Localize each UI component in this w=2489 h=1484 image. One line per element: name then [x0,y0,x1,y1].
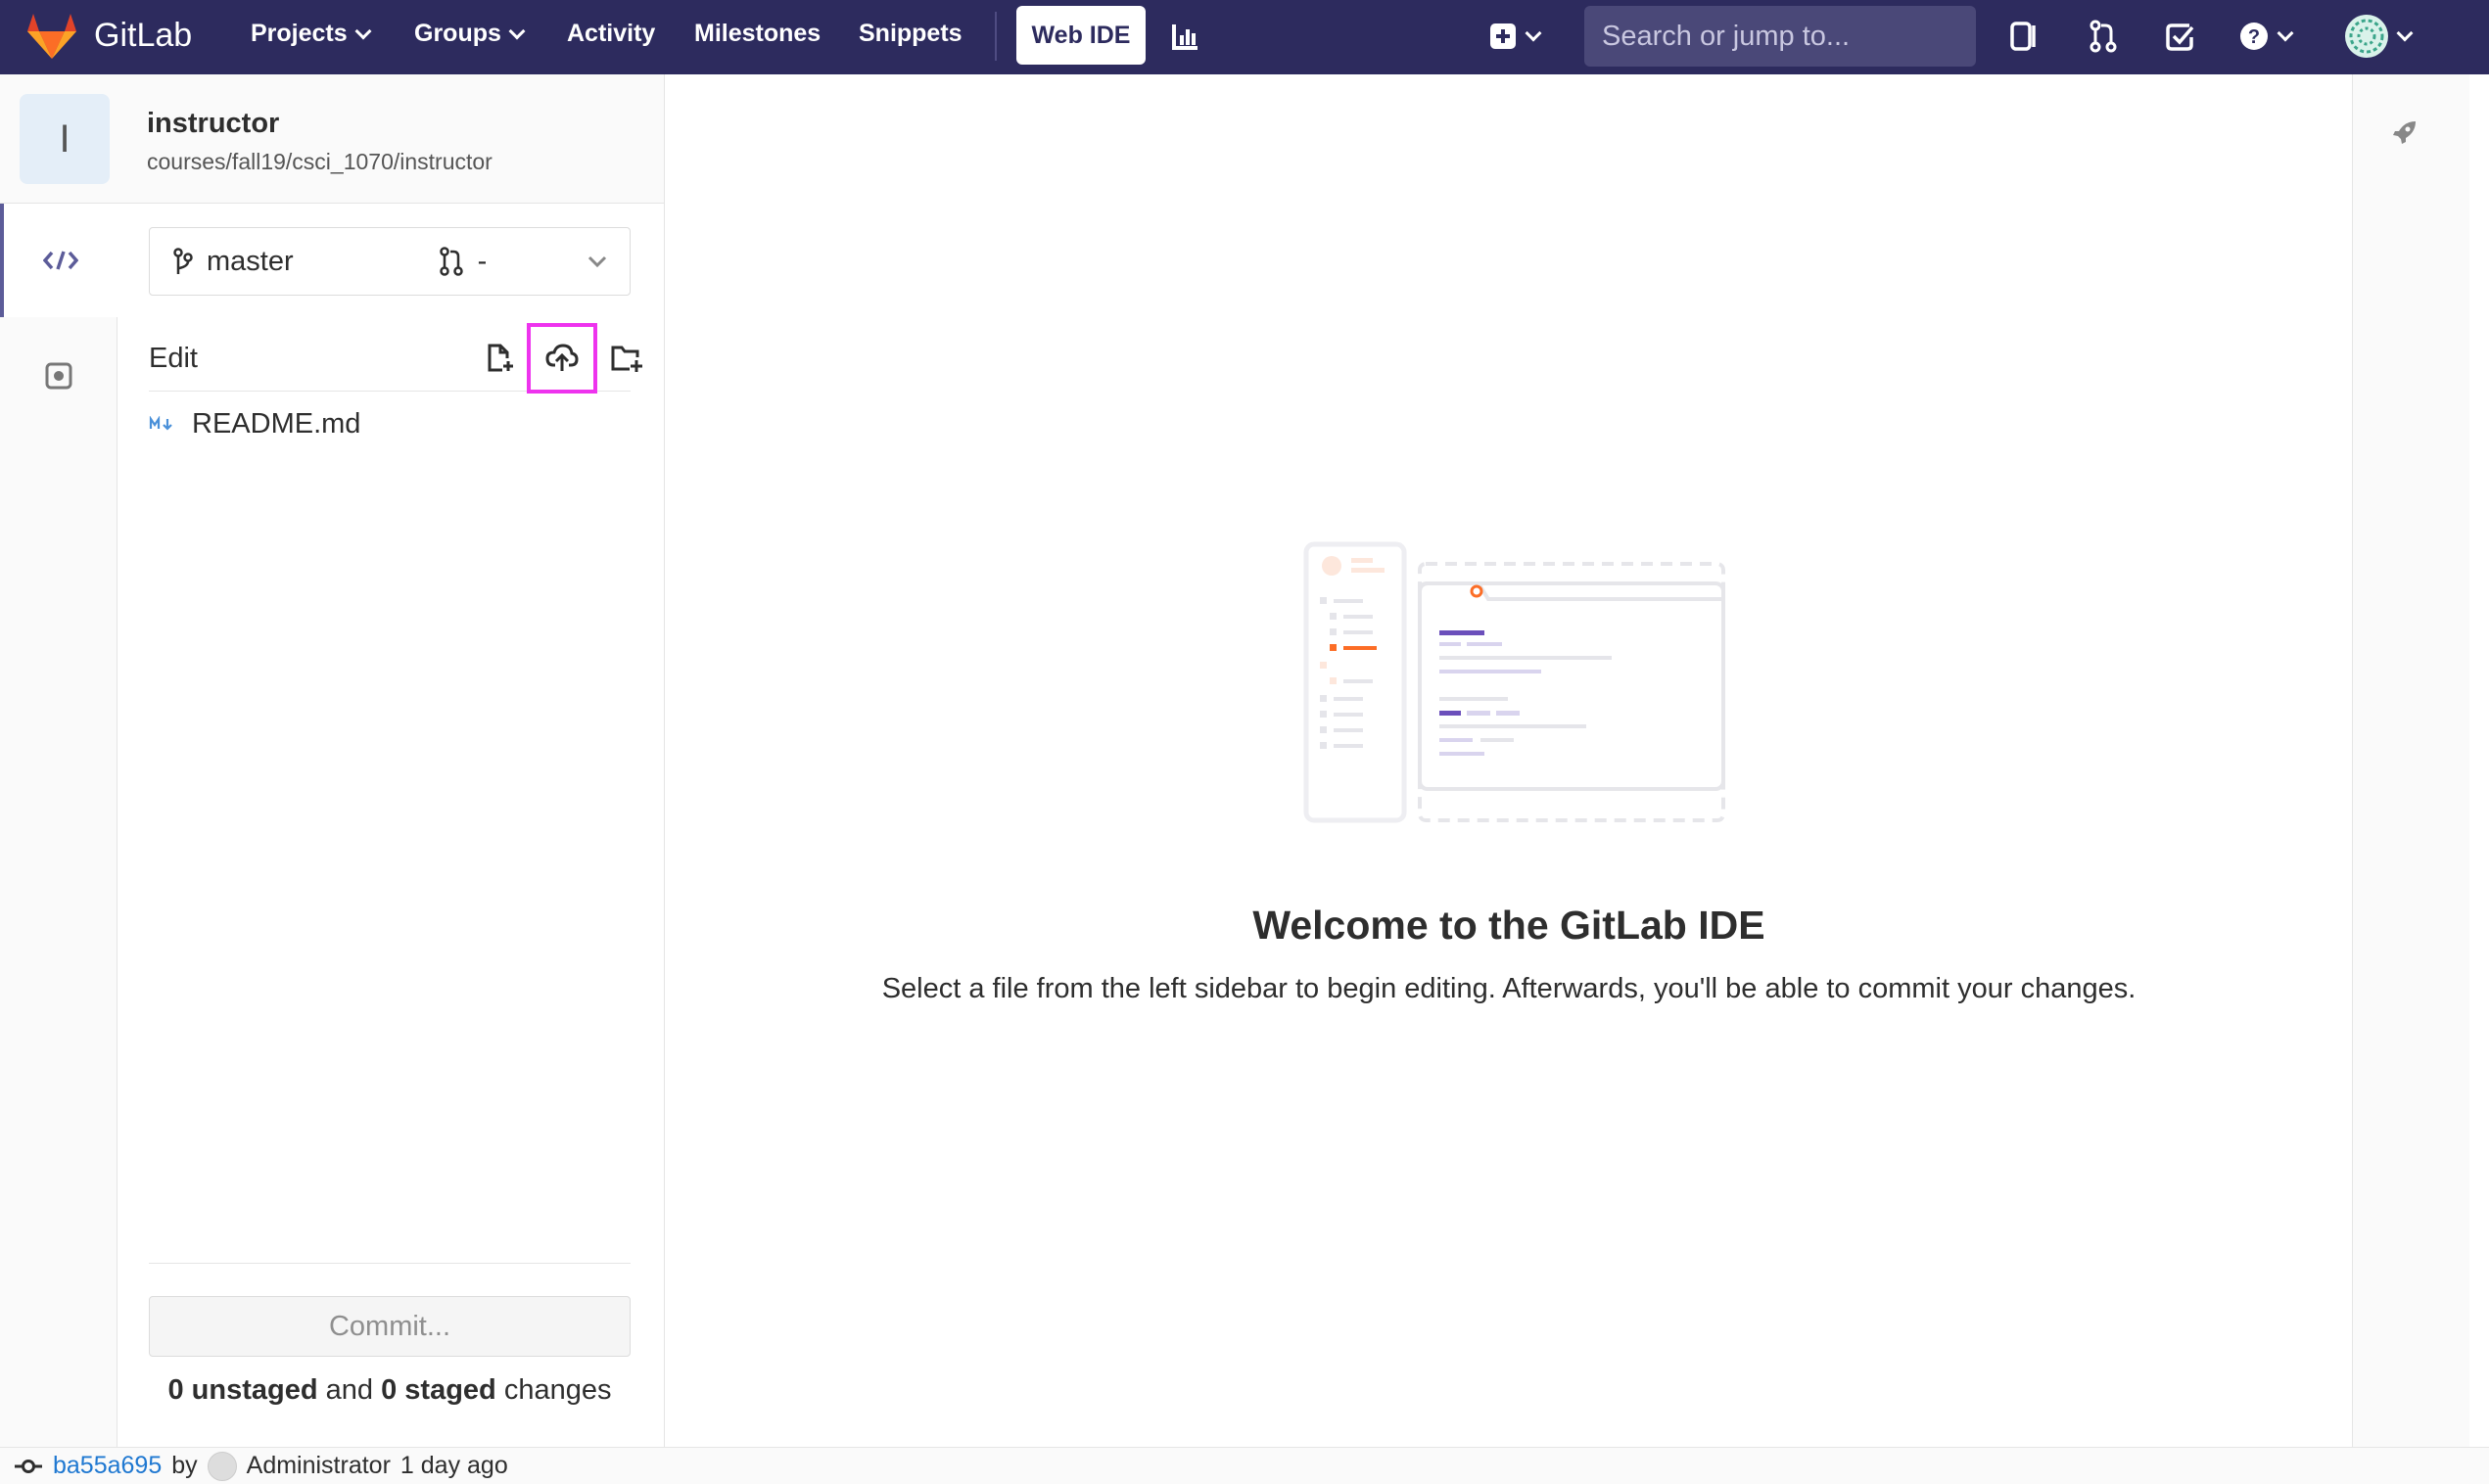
commit-icon [15,1459,42,1473]
upload-file-button[interactable] [527,323,597,394]
commit-button[interactable]: Commit... [149,1296,631,1357]
nav-projects-label: Projects [251,20,348,47]
commit-review-icon [45,362,72,390]
commit-author: Administrator [246,1452,391,1479]
pipeline-rocket-button[interactable] [2390,117,2419,152]
nav-divider [995,12,997,61]
nav-projects[interactable]: Projects [251,20,372,48]
merge-request-icon[interactable] [2088,18,2119,55]
commit-sha-link[interactable]: ba55a695 [53,1452,162,1480]
edit-label: Edit [149,343,198,374]
nav-milestones[interactable]: Milestones [694,20,821,48]
brand-name[interactable]: GitLab [94,17,192,55]
new-directory-button[interactable] [595,327,658,390]
changes-summary: 0 unstaged and 0 staged changes [149,1374,631,1407]
status-by: by [171,1452,198,1479]
editor-area: Welcome to the GitLab IDE Select a file … [666,74,2352,1447]
search-input[interactable] [1602,20,1971,53]
chevron-down-icon [1525,24,1542,42]
tab-edit[interactable] [0,204,117,317]
plus-square-icon [1490,23,1516,49]
changes-and: and [325,1374,374,1406]
gitlab-logo-icon[interactable] [25,12,78,61]
chevron-down-icon [587,255,607,268]
new-file-icon [488,344,513,372]
new-folder-icon [611,346,642,372]
nav-activity[interactable]: Activity [567,20,655,48]
nav-groups-label: Groups [414,20,501,47]
chevron-down-icon [2396,24,2414,42]
branch-icon [173,248,193,274]
project-avatar: I [20,94,110,184]
help-icon: ? [2240,23,2268,50]
author-avatar [207,1451,237,1481]
branch-dropdown[interactable]: master - [149,227,631,296]
rocket-icon [2393,121,2416,144]
commit-separator [149,1263,631,1264]
top-navbar: GitLab Projects Groups Activity Mileston… [0,0,2489,74]
user-menu[interactable] [2344,15,2414,58]
welcome-subtitle: Select a file from the left sidebar to b… [881,973,2137,1004]
new-file-button[interactable] [468,327,531,390]
chevron-down-icon [2277,24,2294,42]
file-name: README.md [192,407,361,440]
staged-count: 0 staged [381,1374,496,1406]
edit-toolbar: Edit [149,323,642,394]
chevron-down-icon [354,23,372,39]
nav-groups[interactable]: Groups [414,20,526,48]
unstaged-count: 0 unstaged [167,1374,318,1406]
markdown-icon [149,416,172,431]
new-dropdown[interactable] [1488,18,1542,55]
project-name[interactable]: instructor [147,108,279,140]
file-explorer-panel: master - Edit README.md Commit... 0 unst… [117,204,665,1447]
status-bar: ba55a695 by Administrator 1 day ago [0,1447,2489,1484]
branch-name: master [207,245,294,277]
project-header[interactable]: I instructor courses/fall19/csci_1070/in… [0,74,665,204]
chevron-down-icon [508,23,526,39]
file-readme[interactable]: README.md [149,399,360,448]
tab-commit[interactable] [0,319,117,433]
merge-request-icon [439,247,463,276]
nav-snippets[interactable]: Snippets [859,20,963,48]
merge-request-value: - [477,245,488,277]
chart-icon[interactable] [1171,18,1200,55]
changes-suffix: changes [503,1374,612,1406]
commit-time: 1 day ago [399,1452,508,1479]
todo-icon[interactable] [2164,18,2195,55]
search-box[interactable] [1584,6,1976,67]
project-path: courses/fall19/csci_1070/instructor [147,149,493,174]
welcome-title: Welcome to the GitLab IDE [1252,903,1765,948]
ide-illustration [1303,541,1725,823]
user-avatar [2345,15,2388,58]
web-ide-button[interactable]: Web IDE [1016,6,1146,65]
help-dropdown[interactable]: ? [2238,18,2294,55]
right-sidebar [2352,74,2469,1447]
code-icon [43,251,78,270]
svg-text:?: ? [2248,26,2260,48]
issues-icon[interactable] [2009,18,2041,55]
upload-icon [545,344,579,371]
